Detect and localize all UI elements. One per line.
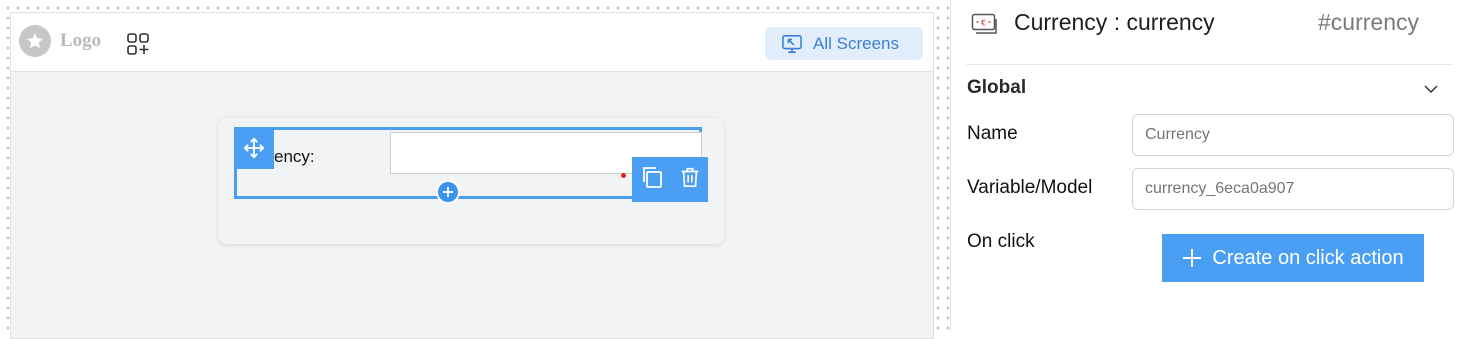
form-card[interactable]: ency: [218, 118, 724, 244]
name-input[interactable] [1132, 114, 1454, 156]
trash-icon[interactable] [679, 166, 701, 193]
screen-header: Logo All Screens [11, 13, 933, 72]
all-screens-label: All Screens [813, 33, 899, 53]
logo-text: Logo [60, 30, 102, 51]
add-below-button[interactable] [436, 180, 460, 204]
variable-input[interactable] [1132, 168, 1454, 210]
plus-icon [1183, 249, 1202, 267]
properties-panel: € Currency : currency #currency Global N… [950, 0, 1467, 331]
panel-divider [966, 64, 1453, 65]
selected-component[interactable]: ency: [234, 127, 708, 202]
plus-icon [443, 187, 453, 197]
screen-frame[interactable]: Logo All Screens ency: [10, 12, 934, 339]
variable-label: Variable/Model [967, 177, 1093, 198]
svg-text:€: € [981, 19, 986, 28]
screens-icon [782, 34, 802, 53]
create-onclick-action-button[interactable]: Create on click action [1162, 234, 1424, 282]
add-widget-icon[interactable] [126, 32, 150, 61]
component-id: #currency [1318, 9, 1419, 35]
all-screens-button[interactable]: All Screens [765, 27, 923, 60]
onclick-label: On click [967, 231, 1035, 252]
chevron-down-icon[interactable] [1422, 80, 1440, 103]
copy-icon[interactable] [640, 165, 664, 194]
panel-title: Currency : currency [1014, 9, 1215, 35]
component-action-bar [632, 157, 708, 202]
design-canvas[interactable]: Logo All Screens ency: [0, 0, 950, 339]
name-label: Name [967, 123, 1018, 144]
status-dot [621, 173, 626, 178]
currency-icon: € [971, 13, 999, 40]
currency-field-label: ency: [274, 147, 315, 166]
star-icon [19, 25, 51, 57]
section-title-global: Global [967, 77, 1027, 98]
move-icon[interactable] [234, 127, 274, 169]
create-onclick-action-label: Create on click action [1212, 246, 1404, 269]
